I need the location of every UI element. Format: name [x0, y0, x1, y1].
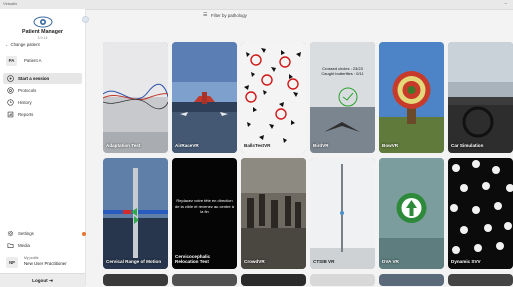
patient-row[interactable]: PA Patient A — [3, 53, 82, 69]
exercise-thumbnail — [103, 42, 168, 153]
instruction-line-2: de la cible et revenez au centre à la fi… — [175, 204, 234, 214]
logout-icon: ⇥ — [48, 278, 53, 283]
exercise-card[interactable]: AirRaceVR — [172, 42, 237, 153]
exercise-name: AirRaceVR — [175, 143, 199, 149]
exercise-name: Dynamic SVV — [451, 259, 481, 265]
app-logo — [33, 16, 53, 28]
back-arrow-icon: ← — [5, 42, 10, 47]
exercise-card-partial[interactable] — [241, 274, 306, 286]
exercise-card[interactable]: Cervical Range of Motion — [103, 158, 168, 269]
gear-icon — [7, 230, 14, 237]
nav-history[interactable]: History — [3, 97, 82, 108]
user-profile-label: My profile — [24, 256, 39, 260]
exercise-card[interactable]: DVA VR — [379, 158, 444, 269]
exercise-name: Adaptation Test — [106, 143, 141, 149]
exercise-card-partial[interactable] — [172, 274, 237, 286]
exercise-card[interactable]: BowVR — [379, 42, 444, 153]
exercise-name: BowVR — [382, 143, 399, 149]
exercise-card[interactable]: Crossed circles : 23/23 Caught butterfli… — [310, 42, 375, 153]
exercise-card[interactable]: Replacez votre tête en direction de la c… — [172, 158, 237, 269]
patient-avatar: PA — [6, 56, 17, 66]
change-patient-link[interactable]: ← Change patient — [5, 42, 40, 47]
user-profile[interactable]: NP My profile New User Practitioner — [3, 255, 82, 270]
nav-start-session[interactable]: Start a session — [3, 73, 82, 84]
collapse-sidebar-button[interactable] — [82, 16, 89, 23]
exercise-thumbnail — [310, 158, 375, 269]
exercise-thumbnail — [103, 158, 168, 269]
history-icon — [7, 99, 14, 106]
window-minimize-button[interactable]: – — [504, 1, 507, 7]
protocols-icon — [7, 87, 14, 94]
exercise-card[interactable]: Adaptation Test — [103, 42, 168, 153]
score-line-butterflies: Caught butterflies : 0/11 — [321, 71, 364, 76]
instruction-line-1: Replacez votre tête en direction — [176, 198, 233, 203]
exercise-thumbnail — [172, 42, 237, 153]
change-patient-label: Change patient — [10, 42, 40, 47]
exercise-name: CrowdVR — [244, 259, 265, 265]
filter-label: Filter by pathology — [211, 13, 247, 18]
exercise-card-partial[interactable] — [310, 274, 375, 286]
exercise-name: Cervicocephalic Relocation Test — [175, 253, 211, 265]
exercise-thumbnail — [241, 42, 306, 153]
exercise-thumbnail — [379, 158, 444, 269]
app-name: Patient Manager — [22, 29, 63, 35]
user-name: New User Practitioner — [24, 261, 67, 266]
exercise-card-partial[interactable] — [103, 274, 168, 286]
nav-settings[interactable]: Settings — [3, 228, 86, 239]
folder-icon — [7, 243, 14, 248]
nav-label: Start a session — [18, 76, 50, 81]
user-avatar: NP — [6, 257, 18, 268]
nav-label: Settings — [18, 231, 34, 236]
exercise-thumbnail — [310, 42, 375, 153]
patient-name: Patient A — [24, 58, 42, 63]
reports-icon — [7, 111, 14, 118]
exercise-card[interactable]: Car Simulation — [448, 42, 513, 153]
exercise-name: Cervical Range of Motion — [106, 259, 162, 265]
exercise-thumbnail — [241, 158, 306, 269]
exercise-thumbnail — [448, 42, 513, 153]
play-icon — [7, 75, 14, 82]
nav-label: Media — [18, 243, 30, 248]
nav-label: History — [18, 100, 32, 105]
nav-label: Reports — [18, 112, 34, 117]
sidebar: Patient Manager 3.9.14 ← Change patient … — [0, 9, 89, 287]
nav-media[interactable]: Media — [3, 240, 82, 251]
exercise-thumbnail — [448, 158, 513, 269]
exercise-card[interactable]: Dynamic SVV — [448, 158, 513, 269]
nav-reports[interactable]: Reports — [3, 109, 82, 120]
settings-notification-dot — [82, 231, 86, 236]
exercise-name: BirdVR — [313, 143, 329, 149]
exercise-card[interactable]: CrowdVR — [241, 158, 306, 269]
exercise-name: Car Simulation — [451, 143, 484, 149]
exercise-card[interactable]: CTSIB VR — [310, 158, 375, 269]
filter-icon: ☰ — [203, 12, 208, 18]
exercise-card-partial[interactable] — [379, 274, 444, 286]
app-version: 3.9.14 — [37, 35, 48, 40]
exercise-card[interactable]: BallsTestVR — [241, 42, 306, 153]
exercise-name: CTSIB VR — [313, 259, 335, 265]
exercise-card-partial[interactable] — [448, 274, 513, 286]
logout-label: Logout — [32, 278, 48, 283]
exercise-thumbnail — [379, 42, 444, 153]
logout-button[interactable]: Logout ⇥ — [0, 273, 85, 287]
nav-protocols[interactable]: Protocols — [3, 85, 82, 96]
exercise-name: DVA VR — [382, 259, 399, 265]
exercise-name: BallsTestVR — [244, 143, 271, 149]
window-title: Virtualis — [3, 1, 18, 6]
nav-label: Protocols — [18, 88, 37, 93]
